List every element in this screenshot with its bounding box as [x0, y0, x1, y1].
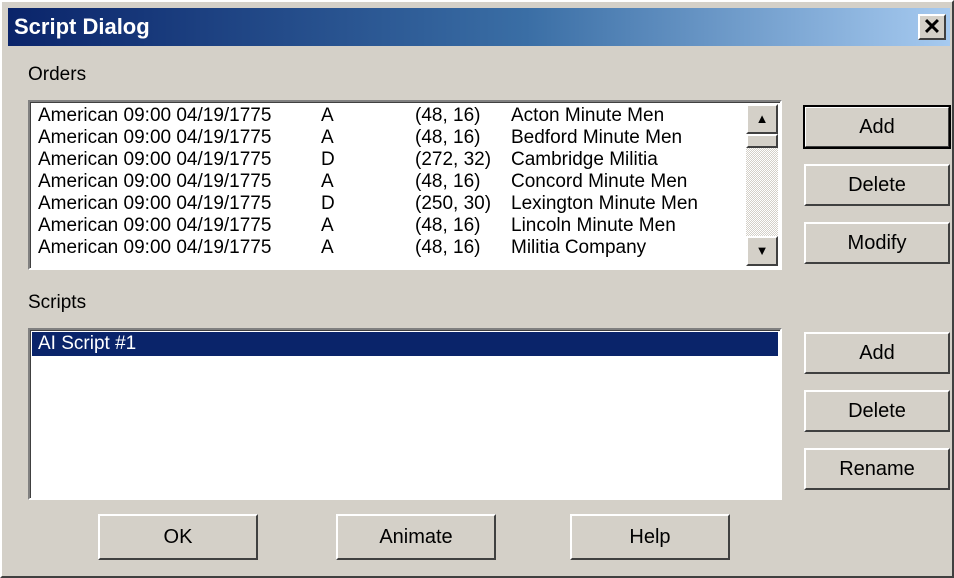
scripts-listbox[interactable]: AI Script #1	[28, 328, 782, 500]
order-code: A	[321, 171, 334, 192]
scripts-delete-button[interactable]: Delete	[804, 390, 950, 432]
orders-modify-button[interactable]: Modify	[804, 222, 950, 264]
order-side-time: American 09:00 04/19/1775	[38, 193, 272, 214]
arrow-up-icon[interactable]: ▲	[746, 104, 778, 134]
order-position: (48, 16)	[415, 215, 481, 236]
script-dialog-window: Script Dialog ✕ Orders American 09:00 04…	[0, 0, 954, 578]
order-position: (48, 16)	[415, 105, 481, 126]
order-side-time: American 09:00 04/19/1775	[38, 215, 272, 236]
scripts-label: Scripts	[28, 292, 87, 313]
orders-label: Orders	[28, 64, 87, 85]
order-row[interactable]: American 09:00 04/19/1775 D (272, 32) Cambr…	[38, 148, 748, 172]
order-code: A	[321, 127, 334, 148]
order-row[interactable]: American 09:00 04/19/1775 A (48, 16) Acton …	[38, 104, 748, 128]
order-unit: Lexington Minute Men	[511, 193, 698, 214]
order-position: (48, 16)	[415, 127, 481, 148]
order-code: A	[321, 237, 334, 258]
order-unit: Militia Company	[511, 237, 647, 258]
order-side-time: American 09:00 04/19/1775	[38, 171, 272, 192]
order-unit: Bedford Minute Men	[511, 127, 683, 148]
scroll-thumb[interactable]	[746, 134, 778, 148]
order-unit: Concord Minute Men	[511, 171, 688, 192]
order-side-time: American 09:00 04/19/1775	[38, 127, 272, 148]
close-icon[interactable]: ✕	[918, 14, 946, 40]
help-button[interactable]: Help	[570, 514, 730, 560]
order-side-time: American 09:00 04/19/1775	[38, 105, 272, 126]
order-row[interactable]: American 09:00 04/19/1775 D (250, 30) Lexin…	[38, 192, 748, 216]
orders-add-button[interactable]: Add	[803, 105, 951, 149]
ok-button[interactable]: OK	[98, 514, 258, 560]
order-position: (272, 32)	[415, 149, 492, 170]
animate-button[interactable]: Animate	[336, 514, 496, 560]
scripts-rename-button[interactable]: Rename	[804, 448, 950, 490]
order-side-time: American 09:00 04/19/1775	[38, 149, 272, 170]
orders-scrollbar[interactable]: ▲ ▼	[746, 104, 778, 266]
orders-delete-button[interactable]: Delete	[804, 164, 950, 206]
order-position: (48, 16)	[415, 171, 481, 192]
order-row[interactable]: American 09:00 04/19/1775 A (48, 16) Bedfor…	[38, 126, 748, 150]
title-bar: Script Dialog ✕	[8, 8, 950, 46]
order-unit: Cambridge Militia	[511, 149, 658, 170]
order-code: D	[321, 193, 335, 214]
order-position: (250, 30)	[415, 193, 492, 214]
order-row[interactable]: American 09:00 04/19/1775 A (48, 16) Militi…	[38, 236, 748, 260]
order-unit: Acton Minute Men	[511, 105, 665, 126]
order-unit: Lincoln Minute Men	[511, 215, 676, 236]
order-code: D	[321, 149, 335, 170]
arrow-down-icon[interactable]: ▼	[746, 236, 778, 266]
order-row[interactable]: American 09:00 04/19/1775 A (48, 16) Concor…	[38, 170, 748, 194]
window-title: Script Dialog	[14, 14, 150, 39]
orders-listbox[interactable]: American 09:00 04/19/1775 A (48, 16) Acton …	[28, 100, 782, 270]
order-side-time: American 09:00 04/19/1775	[38, 237, 272, 258]
order-code: A	[321, 215, 334, 236]
scripts-add-button[interactable]: Add	[804, 332, 950, 374]
script-item-1[interactable]: AI Script #1	[32, 332, 778, 356]
order-code: A	[321, 105, 334, 126]
order-position: (48, 16)	[415, 237, 481, 258]
order-row[interactable]: American 09:00 04/19/1775 A (48, 16) Lincol…	[38, 214, 748, 238]
